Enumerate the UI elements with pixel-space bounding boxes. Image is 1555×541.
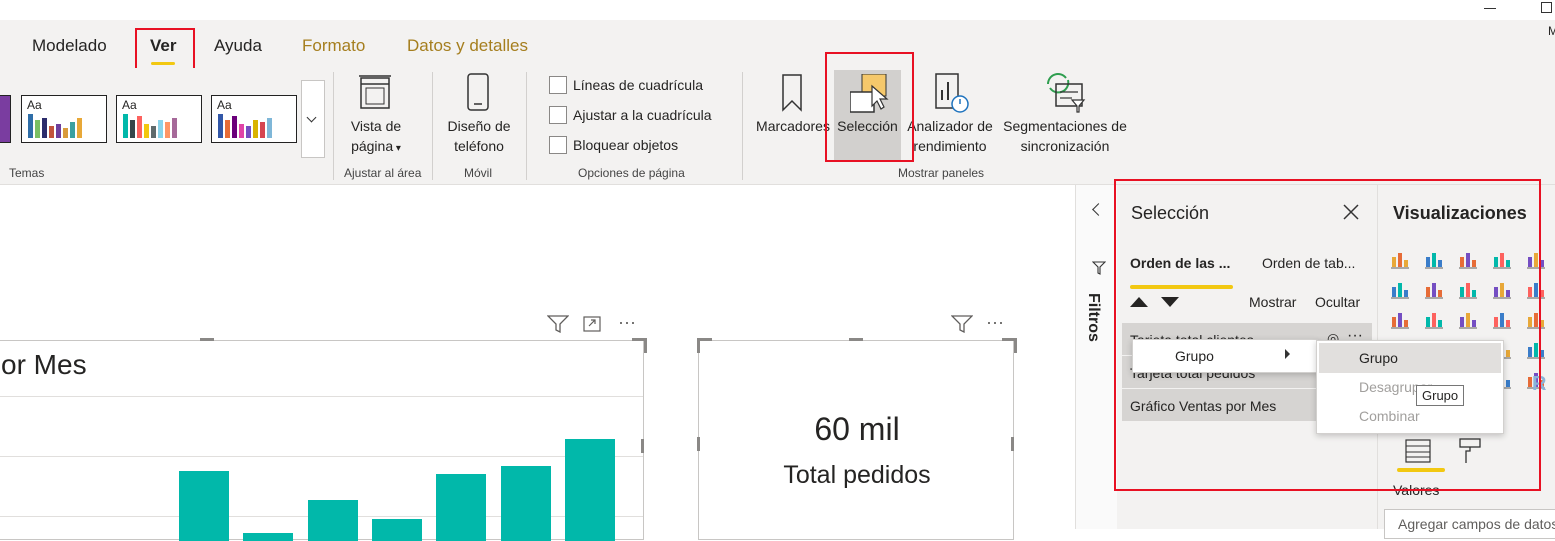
theme-thumb-1[interactable]: Aa xyxy=(21,95,107,143)
chart-gridline xyxy=(0,456,643,457)
more-options-icon[interactable]: ··· xyxy=(986,312,1004,333)
chevron-down-icon xyxy=(306,112,317,123)
performance-analyzer-button[interactable]: Analizador de rendimiento xyxy=(902,116,998,156)
group-label-mostrar: Mostrar paneles xyxy=(898,166,985,180)
sales-by-month-chart[interactable]: or Mes xyxy=(0,340,644,541)
ribbon-view: Aa Aa Aa Temas Vista de página ▾ Ajustar… xyxy=(0,68,1555,185)
highlight-panes xyxy=(1114,179,1541,491)
highlight-selection-button xyxy=(825,52,914,162)
resize-handle-corner[interactable] xyxy=(1002,338,1017,353)
bookmark-icon xyxy=(780,73,804,113)
theme-thumb-3[interactable]: Aa xyxy=(211,95,297,143)
resize-handle[interactable] xyxy=(200,338,214,341)
chart-bar[interactable] xyxy=(564,439,615,541)
theme-thumb-2[interactable]: Aa xyxy=(116,95,202,143)
filters-pane-collapsed[interactable]: Filtros xyxy=(1075,185,1118,529)
resize-handle[interactable] xyxy=(697,437,700,451)
phone-layout-button[interactable]: Diseño de teléfono xyxy=(440,116,518,156)
report-canvas[interactable]: ··· or Mes ··· 60 mil Total pedidos xyxy=(0,185,1075,541)
chart-bar[interactable] xyxy=(243,532,294,541)
bookmarks-button[interactable]: Marcadores xyxy=(754,116,832,136)
tab-modelado[interactable]: Modelado xyxy=(32,36,107,56)
performance-analyzer-icon xyxy=(934,72,970,114)
resize-handle[interactable] xyxy=(1011,437,1014,451)
chart-bar[interactable] xyxy=(371,518,422,541)
focus-mode-icon[interactable] xyxy=(583,316,601,332)
group-label-temas: Temas xyxy=(9,166,45,180)
group-label-ajustar: Ajustar al área xyxy=(344,166,422,180)
caret-down-icon: ▾ xyxy=(393,143,401,154)
gridlines-label: Líneas de cuadrícula xyxy=(573,77,703,93)
lock-objects-label: Bloquear objetos xyxy=(573,137,679,153)
sync-slicers-button[interactable]: Segmentaciones de sincronización xyxy=(998,116,1132,156)
gridlines-checkbox[interactable] xyxy=(549,76,567,94)
filter-icon[interactable] xyxy=(546,315,570,334)
page-view-button[interactable]: Vista de página ▾ xyxy=(344,116,408,159)
chevron-left-icon[interactable] xyxy=(1092,203,1105,216)
minimize-icon[interactable] xyxy=(1484,8,1496,9)
page-view-icon xyxy=(358,74,392,110)
snap-to-grid-checkbox[interactable] xyxy=(549,106,567,124)
card-value: 60 mil xyxy=(814,411,900,447)
theme-thumb-partial[interactable] xyxy=(0,95,11,143)
add-fields-input[interactable]: Agregar campos de datos xyxy=(1384,509,1555,539)
filter-pane-icon xyxy=(1091,261,1107,275)
chart-bar[interactable] xyxy=(500,465,551,541)
themes-gallery-scroll[interactable] xyxy=(301,80,325,158)
chart-title: or Mes xyxy=(1,349,87,380)
tab-formato[interactable]: Formato xyxy=(302,36,365,56)
chart-bar[interactable] xyxy=(436,473,487,541)
tab-ayuda[interactable]: Ayuda xyxy=(214,36,262,56)
title-bar xyxy=(0,0,1555,20)
restore-icon[interactable] xyxy=(1541,2,1552,13)
lock-objects-checkbox[interactable] xyxy=(549,136,567,154)
chart-bar[interactable] xyxy=(179,470,229,541)
filter-icon[interactable] xyxy=(950,315,974,334)
resize-handle-corner[interactable] xyxy=(632,338,647,353)
chart-plot-area xyxy=(0,396,643,541)
resize-handle[interactable] xyxy=(849,338,863,341)
group-label-movil: Móvil xyxy=(464,166,493,180)
phone-layout-icon xyxy=(466,72,490,112)
tab-datos-detalles[interactable]: Datos y detalles xyxy=(407,36,528,56)
group-label-opciones: Opciones de página xyxy=(578,166,685,180)
total-orders-card[interactable]: 60 mil Total pedidos xyxy=(698,340,1014,540)
sync-slicers-icon xyxy=(1042,70,1088,114)
chart-gridline xyxy=(0,396,643,397)
chart-bar[interactable] xyxy=(307,500,358,541)
snap-to-grid-label: Ajustar a la cuadrícula xyxy=(573,107,712,123)
resize-handle-corner[interactable] xyxy=(697,338,712,353)
ribbon-tabs: Modelado Ver Ayuda Formato Datos y detal… xyxy=(0,20,1555,70)
resize-handle[interactable] xyxy=(641,439,644,453)
card-label: Total pedidos xyxy=(783,461,931,489)
more-options-icon[interactable]: ··· xyxy=(618,312,636,333)
filters-label: Filtros xyxy=(1085,293,1102,342)
user-initial: M xyxy=(1548,24,1555,38)
